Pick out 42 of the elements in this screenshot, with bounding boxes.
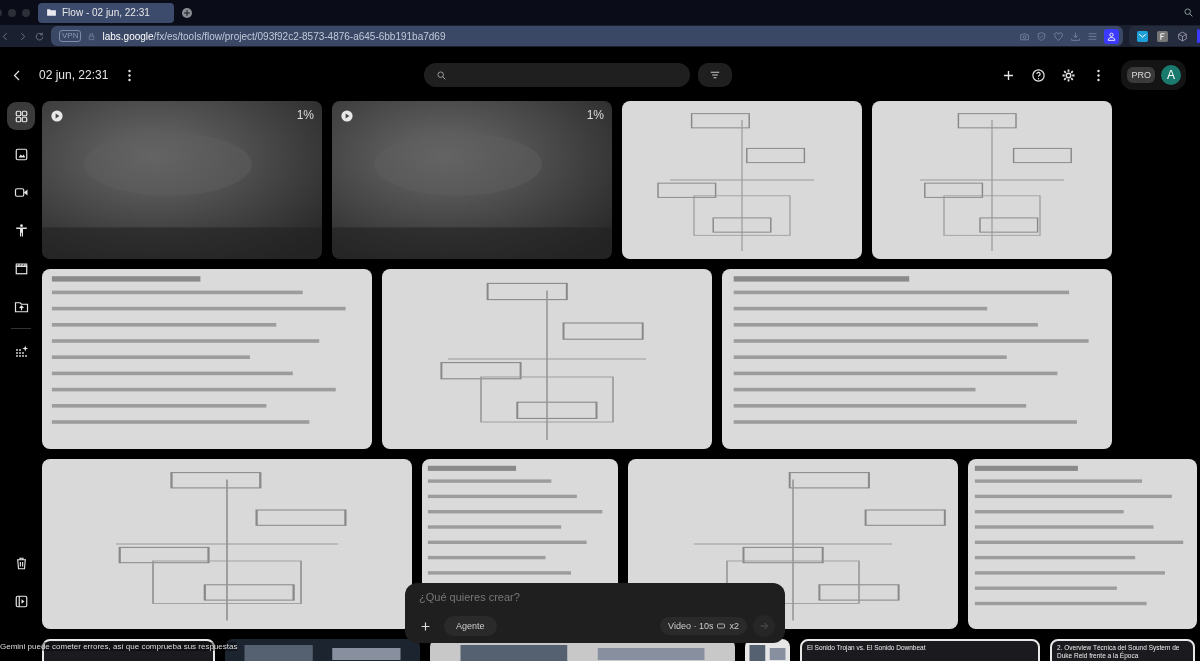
arrow-icon	[758, 620, 770, 632]
mode-button[interactable]: Agente	[444, 616, 497, 636]
extension-indicator	[1197, 29, 1200, 43]
settings-icon[interactable]	[1061, 67, 1077, 83]
reload-icon[interactable]	[34, 30, 45, 42]
address-bar[interactable]: VPN labs.google/fx/es/tools/flow/project/093f92c2-8573-4876-a645-6bb191ba7d69	[51, 26, 1123, 46]
search-field[interactable]	[424, 63, 690, 87]
url-text: labs.google/fx/es/tools/flow/project/093f92c2-8573-4876-a645-6bb191ba7d69	[102, 30, 446, 42]
sidebar-item[interactable]	[7, 102, 35, 130]
image-icon	[13, 146, 29, 162]
plan-badge: PRO	[1127, 67, 1155, 83]
search-icon	[436, 69, 447, 81]
profile-button[interactable]	[1104, 28, 1119, 44]
video-thumbnail[interactable]: 1%	[42, 101, 322, 259]
progress-label: 1%	[296, 108, 314, 122]
aspect-ratio-icon	[716, 621, 727, 631]
folder-icon	[46, 7, 57, 18]
prompt-field[interactable]: ¿Qué quieres crear?	[419, 591, 619, 603]
account-panel[interactable]: PRO A	[1121, 60, 1186, 90]
project-title: 02 jun, 22:31	[39, 68, 109, 82]
cube-icon[interactable]	[1177, 30, 1188, 42]
filter-button[interactable]	[698, 63, 732, 87]
help-icon[interactable]	[1031, 67, 1047, 83]
search-icon[interactable]	[1183, 7, 1194, 18]
grid-icon	[13, 108, 29, 124]
letter-extension-icon[interactable]	[1157, 30, 1168, 42]
mail-extension-icon[interactable]	[1137, 30, 1148, 42]
avatar[interactable]: A	[1161, 65, 1181, 85]
progress-label: 1%	[586, 108, 604, 122]
figure-icon	[13, 222, 29, 238]
window-control-dot[interactable]	[8, 8, 16, 17]
play-icon[interactable]	[50, 109, 64, 123]
video-settings-button[interactable]: Video · 10s x2	[660, 617, 747, 635]
person-icon	[1106, 30, 1117, 42]
clapperboard-icon	[13, 260, 29, 276]
window-control-dot[interactable]	[22, 8, 30, 17]
video-thumbnail[interactable]: 1%	[332, 101, 612, 259]
browser-tab[interactable]: Flow - 02 jun, 22:31	[38, 2, 174, 23]
new-tab-button[interactable]	[182, 7, 192, 18]
play-icon[interactable]	[340, 109, 354, 123]
sparkle-grid-icon	[13, 343, 29, 359]
panel-icon	[13, 593, 29, 609]
